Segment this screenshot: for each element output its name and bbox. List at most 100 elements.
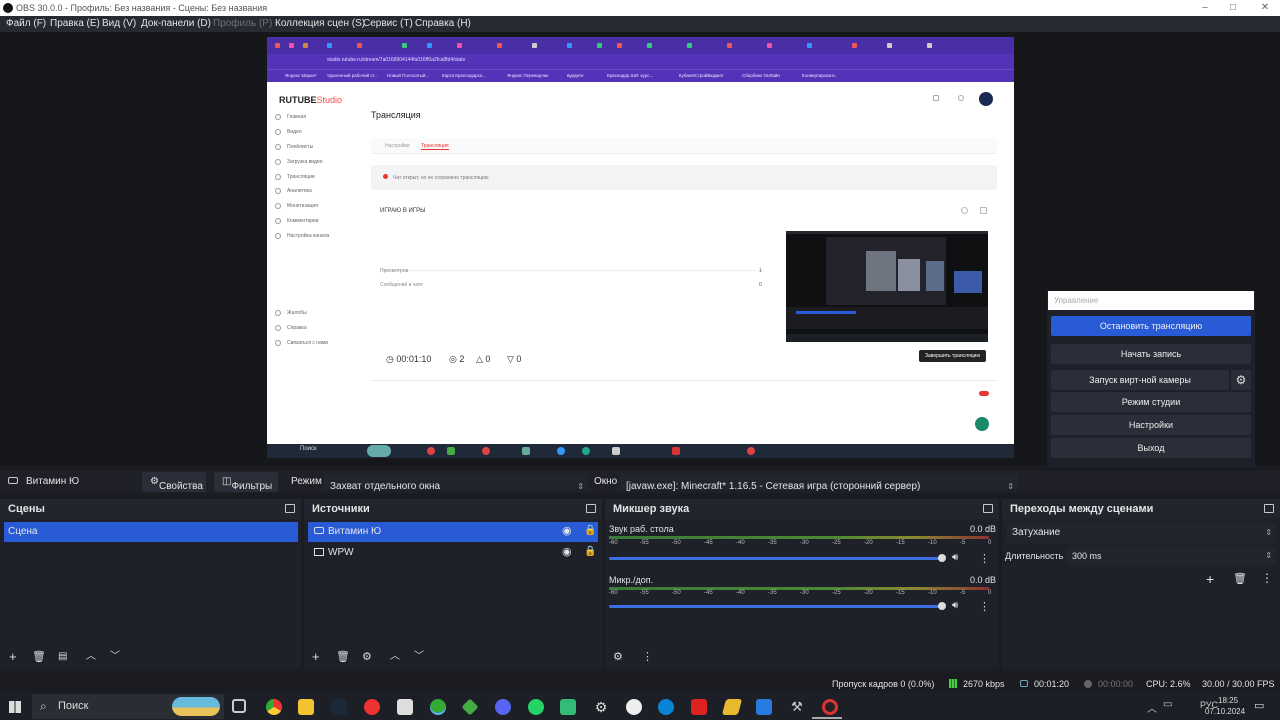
advanced-audio-icon[interactable]: ⚙ (613, 649, 623, 665)
browser-tab-strip (267, 37, 1014, 54)
window-select[interactable]: [javaw.exe]: Minecraft* 1.16.5 - Сетевая… (620, 473, 1018, 492)
yandex-browser-icon[interactable] (364, 699, 380, 715)
start-record-button[interactable]: Начать запись (1051, 344, 1251, 364)
undock-icon[interactable] (586, 504, 596, 513)
eye-icon[interactable]: ◉ (562, 545, 572, 558)
menu-docks[interactable]: Док-панели (D) (141, 16, 211, 32)
undock-icon[interactable] (285, 504, 295, 513)
obs-logo-icon (3, 3, 13, 13)
settings-button[interactable]: Настройки (1051, 415, 1251, 435)
volume-slider[interactable] (609, 605, 944, 608)
tab-icon (567, 43, 572, 48)
app-icon[interactable] (626, 699, 642, 715)
windows-start-icon[interactable] (9, 701, 21, 713)
transition-select[interactable]: Затухание ⇕ (1006, 523, 1276, 543)
chrome-icon[interactable] (266, 699, 282, 715)
discord-icon[interactable] (495, 699, 511, 715)
filters-button[interactable]: ◫ Фильтры (214, 472, 278, 492)
volume-slider[interactable] (609, 557, 944, 560)
menu-profile[interactable]: Профиль (P) (213, 16, 272, 32)
menu-edit[interactable]: Правка (E) (50, 16, 100, 32)
lock-icon[interactable]: 🔒 (584, 525, 596, 536)
remove-scene-icon[interactable]: 🗑 (32, 649, 46, 665)
undock-icon[interactable] (983, 504, 993, 513)
source-toolbar: Витамин Ю ⚙ Свойства ◫ Фильтры Режим Зах… (0, 471, 1280, 493)
speaker-icon[interactable]: 🔊︎ (952, 600, 958, 611)
scene-filters-icon[interactable]: ▤ (58, 649, 67, 665)
signal-icon (949, 679, 957, 688)
scene-item[interactable]: Сцена (4, 522, 298, 542)
add-scene-icon[interactable]: + (9, 649, 17, 665)
tab-icon (327, 43, 332, 48)
gear-icon[interactable]: ⚙ (1231, 370, 1251, 390)
app-icon[interactable]: ⚒ (789, 699, 805, 715)
undock-icon[interactable] (1264, 504, 1274, 513)
settings-icon[interactable]: ⚙ (593, 699, 609, 715)
studio-mode-button[interactable]: Режим студии (1051, 392, 1251, 412)
add-source-icon[interactable]: + (312, 649, 320, 665)
slider-handle[interactable] (938, 554, 946, 562)
mixer-menu-icon[interactable]: ⋮ (642, 649, 653, 665)
stream-title: ИГРАЮ В ИГРЫ (380, 208, 426, 214)
minimize-button[interactable]: – (1190, 0, 1220, 16)
source-item[interactable]: Витамин Ю ◉ 🔒 (308, 522, 598, 542)
transitions-dock: Переходы между сценами Затухание ⇕ Длител… (1002, 499, 1280, 669)
properties-button[interactable]: ⚙ Свойства (142, 472, 206, 492)
mode-select[interactable]: Захват отдельного окна ⇕ (324, 473, 588, 492)
network-icon[interactable]: ▭ (1163, 699, 1172, 710)
app-icon[interactable] (560, 699, 576, 715)
file-explorer-icon[interactable] (298, 699, 314, 715)
edge-icon[interactable] (658, 699, 674, 715)
app-icon[interactable] (756, 699, 772, 715)
source-settings-icon[interactable]: ⚙ (362, 649, 372, 665)
lock-icon[interactable]: 🔒 (584, 546, 596, 557)
app-icon[interactable] (721, 699, 743, 715)
menu-tools[interactable]: Сервис (T) (363, 16, 413, 32)
minecraft-icon[interactable] (461, 698, 479, 716)
eye-icon[interactable]: ◉ (562, 524, 572, 537)
add-transition-icon[interactable]: + (1206, 571, 1214, 587)
side-item: Монетизация (275, 203, 318, 209)
move-down-icon[interactable]: ﹀ (110, 649, 120, 665)
notifications-icon[interactable]: ▭ (1254, 699, 1264, 712)
tab-icon (647, 43, 652, 48)
taskbar-search[interactable]: ⌕ Поиск (32, 694, 224, 719)
side-item: Настройка канала (275, 233, 329, 239)
acrobat-icon[interactable] (691, 699, 707, 715)
whatsapp-icon[interactable] (528, 699, 544, 715)
virtual-camera-button[interactable]: Запуск вирт-ной камеры (1051, 370, 1229, 390)
menu-help[interactable]: Справка (H) (415, 16, 471, 32)
remove-transition-icon[interactable]: 🗑 (1233, 572, 1247, 585)
transition-menu-icon[interactable]: ⋮ (1261, 571, 1273, 585)
menu-scene-collection[interactable]: Коллекция сцен (S) (275, 16, 365, 32)
steam-icon[interactable] (331, 699, 347, 715)
rutube-page: RUTUBEStudio Главная Видео Плейлисты Заг… (267, 82, 1014, 444)
app-icon[interactable] (397, 699, 413, 715)
speaker-icon[interactable]: 🔊︎ (952, 552, 958, 563)
obs-taskbar-icon[interactable] (822, 699, 838, 715)
menu-file[interactable]: Файл (F) (6, 16, 46, 32)
more-options-icon[interactable]: ⋮ (979, 552, 990, 565)
slider-handle[interactable] (938, 602, 946, 610)
close-button[interactable]: ✕ (1250, 0, 1280, 16)
stop-stream-button[interactable]: Остановить трансляцию (1051, 316, 1251, 336)
task-view-icon[interactable] (232, 699, 246, 713)
scenes-title: Сцены (0, 499, 301, 519)
move-down-icon[interactable]: ﹀ (414, 649, 424, 665)
move-up-icon[interactable]: ︿ (86, 649, 96, 665)
chrome-active-icon[interactable] (430, 699, 446, 715)
more-options-icon[interactable]: ⋮ (979, 600, 990, 613)
tab-icon (427, 43, 432, 48)
duration-input[interactable]: 300 ms ⇕ (1066, 547, 1276, 565)
menu-view[interactable]: Вид (V) (102, 16, 136, 32)
clock-time[interactable]: 18:25 (1218, 696, 1238, 705)
maximize-button[interactable]: □ (1218, 0, 1248, 16)
source-item[interactable]: WPW ◉ 🔒 (308, 543, 598, 563)
remove-source-icon[interactable]: 🗑 (336, 649, 350, 665)
move-up-icon[interactable]: ︿ (390, 649, 400, 665)
bell-icon (933, 95, 939, 101)
exit-button[interactable]: Выход (1051, 438, 1251, 458)
clock-date[interactable]: 07.10.2024 (1205, 707, 1245, 716)
tray-chevron-icon[interactable]: ︿ (1147, 700, 1157, 715)
bookmark: Удаленный рабочий ст... (327, 73, 378, 78)
